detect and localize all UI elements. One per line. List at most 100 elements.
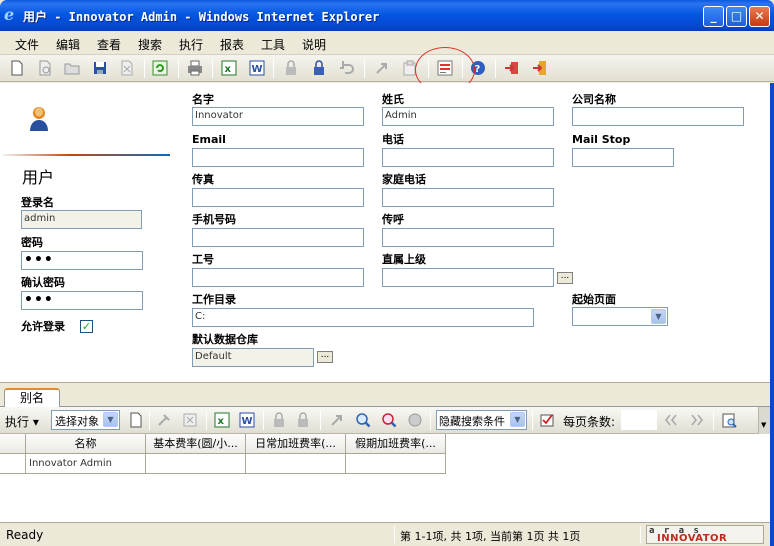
select-object-dropdown[interactable]: 选择对象 ▼ <box>51 410 120 430</box>
chevron-down-icon[interactable]: ▼ <box>510 412 525 427</box>
page-title: 用户 <box>22 168 55 187</box>
word-icon[interactable]: W <box>248 59 266 77</box>
unlock-relationship-icon[interactable] <box>294 411 312 429</box>
first-name-label: 名字 <box>192 93 214 106</box>
lock-icon[interactable] <box>282 59 300 77</box>
company-input[interactable] <box>572 107 744 126</box>
save-icon[interactable] <box>91 59 109 77</box>
working-dir-input[interactable]: C: <box>192 308 534 327</box>
lock-relationship-icon[interactable] <box>270 411 288 429</box>
page-size-input[interactable] <box>621 410 657 430</box>
pager-input[interactable] <box>382 228 554 247</box>
close-doc-icon[interactable] <box>118 59 136 77</box>
clear-search-icon[interactable] <box>380 411 398 429</box>
column-header-name[interactable]: 名称 <box>26 434 146 454</box>
promote-relationship-icon[interactable] <box>328 411 346 429</box>
word-export-icon[interactable]: W <box>238 411 256 429</box>
employee-id-input[interactable] <box>192 268 364 287</box>
menu-tools[interactable]: 工具 <box>261 36 285 53</box>
password-input[interactable]: ••• <box>21 251 143 270</box>
stop-icon[interactable] <box>406 411 424 429</box>
execute-menu-button[interactable]: 执行 ▾ <box>5 413 39 430</box>
fax-input[interactable] <box>192 188 364 207</box>
column-header-base-rate[interactable]: 基本费率(圆/小... <box>146 434 246 454</box>
undo-icon[interactable] <box>338 59 356 77</box>
tab-alias[interactable]: 别名 <box>4 388 60 408</box>
promote-icon[interactable] <box>373 59 391 77</box>
table-cell-overtime-rate[interactable] <box>246 454 346 474</box>
first-name-input[interactable]: Innovator <box>192 107 364 126</box>
manager-label: 直属上级 <box>382 253 426 266</box>
table-cell-holiday-rate[interactable] <box>346 454 446 474</box>
mailstop-input[interactable] <box>572 148 674 167</box>
menu-search[interactable]: 搜索 <box>138 36 162 53</box>
search-icon[interactable] <box>354 411 372 429</box>
start-page-select[interactable]: ▼ <box>572 307 668 326</box>
email-input[interactable] <box>192 148 364 167</box>
default-vault-label: 默认数据仓库 <box>192 333 258 346</box>
home-phone-input[interactable] <box>382 188 554 207</box>
excel-export-icon[interactable]: x <box>213 411 231 429</box>
svg-text:x: x <box>225 64 232 75</box>
hide-search-label: 隐藏搜索条件 <box>439 415 505 428</box>
print-icon[interactable] <box>186 59 204 77</box>
mobile-label: 手机号码 <box>192 213 236 226</box>
menu-file[interactable]: 文件 <box>15 36 39 53</box>
allow-login-label: 允许登录 <box>21 320 65 333</box>
table-cell-name[interactable]: Innovator Admin <box>26 454 146 474</box>
menu-reports[interactable]: 报表 <box>220 36 244 53</box>
default-vault-picker-button[interactable]: ... <box>317 351 333 363</box>
menu-help[interactable]: 说明 <box>302 36 326 53</box>
previous-page-icon[interactable] <box>662 411 680 429</box>
refresh-icon[interactable] <box>151 59 169 77</box>
minimize-button[interactable]: _ <box>703 6 724 27</box>
manager-picker-button[interactable]: ... <box>557 272 573 284</box>
pager-label: 传呼 <box>382 213 404 226</box>
row-selector[interactable] <box>0 454 26 474</box>
chevron-down-icon[interactable]: ▼ <box>651 309 666 324</box>
open-icon[interactable] <box>63 59 81 77</box>
svg-text:x: x <box>218 416 225 427</box>
pick-related-icon[interactable] <box>155 411 173 429</box>
unlock-icon[interactable] <box>310 59 328 77</box>
delete-relationship-icon[interactable] <box>181 411 199 429</box>
close-window-button[interactable]: ✕ <box>749 6 770 27</box>
exit-icon[interactable] <box>531 59 549 77</box>
manager-input[interactable] <box>382 268 554 287</box>
fax-label: 传真 <box>192 173 214 186</box>
svg-text:W: W <box>242 416 253 427</box>
phone-input[interactable] <box>382 148 554 167</box>
maximize-button[interactable]: □ <box>726 6 747 27</box>
hide-search-dropdown[interactable]: 隐藏搜索条件 ▼ <box>436 410 527 430</box>
main-toolbar: x W ? <box>0 55 774 82</box>
column-header-holiday-rate[interactable]: 假期加班费率(... <box>346 434 446 454</box>
new-icon[interactable] <box>8 59 26 77</box>
default-vault-input[interactable]: Default <box>192 348 314 367</box>
start-page-label: 起始页面 <box>572 293 616 306</box>
menu-execute[interactable]: 执行 <box>179 36 203 53</box>
menu-edit[interactable]: 编辑 <box>56 36 80 53</box>
mobile-input[interactable] <box>192 228 364 247</box>
table-cell-base-rate[interactable] <box>146 454 246 474</box>
page-size-label: 每页条数: <box>563 415 616 429</box>
user-form: 用户 登录名 admin 密码 ••• 确认密码 ••• 允许登录 ✓ 名字 I… <box>0 83 774 382</box>
toolbar-overflow-button[interactable]: ▼ <box>758 407 770 434</box>
excel-icon[interactable]: x <box>220 59 238 77</box>
menu-view[interactable]: 查看 <box>97 36 121 53</box>
login-name-input[interactable]: admin <box>21 210 142 229</box>
print-preview-icon[interactable] <box>721 411 739 429</box>
confirm-password-input[interactable]: ••• <box>21 291 143 310</box>
column-header-overtime-rate[interactable]: 日常加班费率(... <box>246 434 346 454</box>
status-paging: 第 1-1项, 共 1项, 当前第 1页 共 1页 <box>400 530 581 543</box>
employee-id-label: 工号 <box>192 253 214 266</box>
allow-login-checkbox[interactable]: ✓ <box>80 320 93 333</box>
preview-icon[interactable] <box>36 59 54 77</box>
last-name-input[interactable]: Admin <box>382 107 554 126</box>
new-relationship-icon[interactable] <box>127 411 145 429</box>
paging-toggle-icon[interactable] <box>538 411 556 429</box>
logout-icon[interactable] <box>503 59 521 77</box>
next-page-icon[interactable] <box>688 411 706 429</box>
user-avatar-icon <box>29 106 49 135</box>
aras-innovator-logo: a r a s INNOVATOR <box>646 525 764 544</box>
chevron-down-icon[interactable]: ▼ <box>103 412 118 427</box>
